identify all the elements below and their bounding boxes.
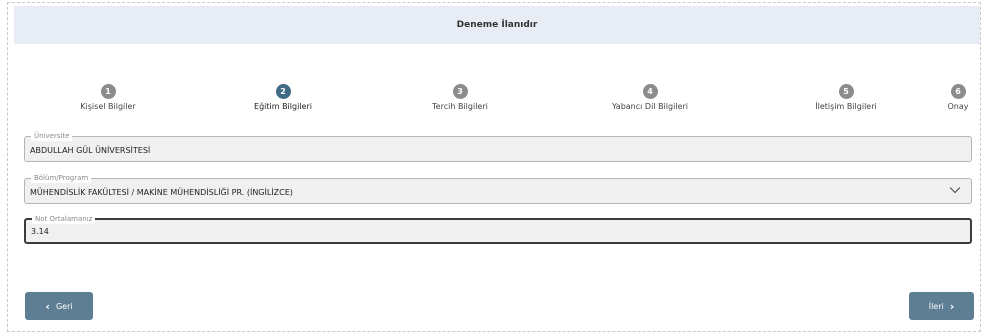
gpa-input[interactable]: Not Ortalamanız 3.14 xyxy=(24,214,972,244)
step-number: 5 xyxy=(838,84,854,99)
form-frame xyxy=(7,2,981,332)
step-number: 2 xyxy=(275,84,291,99)
chevron-down-icon[interactable] xyxy=(949,186,961,194)
program-label: Bölüm/Program xyxy=(31,173,92,183)
step-label: Kişisel Bilgiler xyxy=(80,102,136,111)
step-label: İletişim Bilgileri xyxy=(815,102,877,111)
step-iletisim-bilgileri[interactable]: 5 İletişim Bilgileri xyxy=(771,84,921,111)
back-button[interactable]: ‹ Geri xyxy=(25,292,93,320)
step-tercih-bilgileri[interactable]: 3 Tercih Bilgileri xyxy=(385,84,535,111)
program-value: MÜHENDİSLİK FAKÜLTESİ / MAKİNE MÜHENDİSL… xyxy=(30,188,293,197)
step-label: Onay xyxy=(947,102,969,111)
chevron-left-icon: ‹ xyxy=(45,299,50,313)
gpa-label: Not Ortalamanız xyxy=(32,214,96,224)
next-button[interactable]: İleri › xyxy=(909,292,974,320)
step-number: 1 xyxy=(100,84,116,99)
university-value: ABDULLAH GÜL ÜNİVERSİTESİ xyxy=(30,146,151,155)
step-number: 3 xyxy=(452,84,468,99)
step-number: 6 xyxy=(950,84,966,99)
page-title: Deneme İlanıdır xyxy=(456,20,538,30)
step-label: Eğitim Bilgileri xyxy=(254,102,312,111)
stepper: 1 Kişisel Bilgiler 2 Eğitim Bilgileri 3 … xyxy=(0,84,984,114)
step-onay[interactable]: 6 Onay xyxy=(938,84,978,111)
university-label: Üniversite xyxy=(31,131,73,141)
university-field[interactable]: Üniversite ABDULLAH GÜL ÜNİVERSİTESİ xyxy=(24,131,972,162)
step-label: Tercih Bilgileri xyxy=(432,102,488,111)
next-button-label: İleri xyxy=(928,301,944,311)
step-label: Yabancı Dil Bilgileri xyxy=(612,102,688,111)
step-number: 4 xyxy=(642,84,658,99)
step-egitim-bilgileri[interactable]: 2 Eğitim Bilgileri xyxy=(208,84,358,111)
chevron-right-icon: › xyxy=(949,299,955,313)
program-select[interactable]: Bölüm/Program MÜHENDİSLİK FAKÜLTESİ / MA… xyxy=(24,173,972,204)
step-yabanci-dil-bilgileri[interactable]: 4 Yabancı Dil Bilgileri xyxy=(575,84,725,111)
step-kisisel-bilgiler[interactable]: 1 Kişisel Bilgiler xyxy=(33,84,183,111)
page-header: Deneme İlanıdır xyxy=(14,6,980,44)
gpa-value: 3.14 xyxy=(31,227,49,236)
back-button-label: Geri xyxy=(55,301,73,311)
